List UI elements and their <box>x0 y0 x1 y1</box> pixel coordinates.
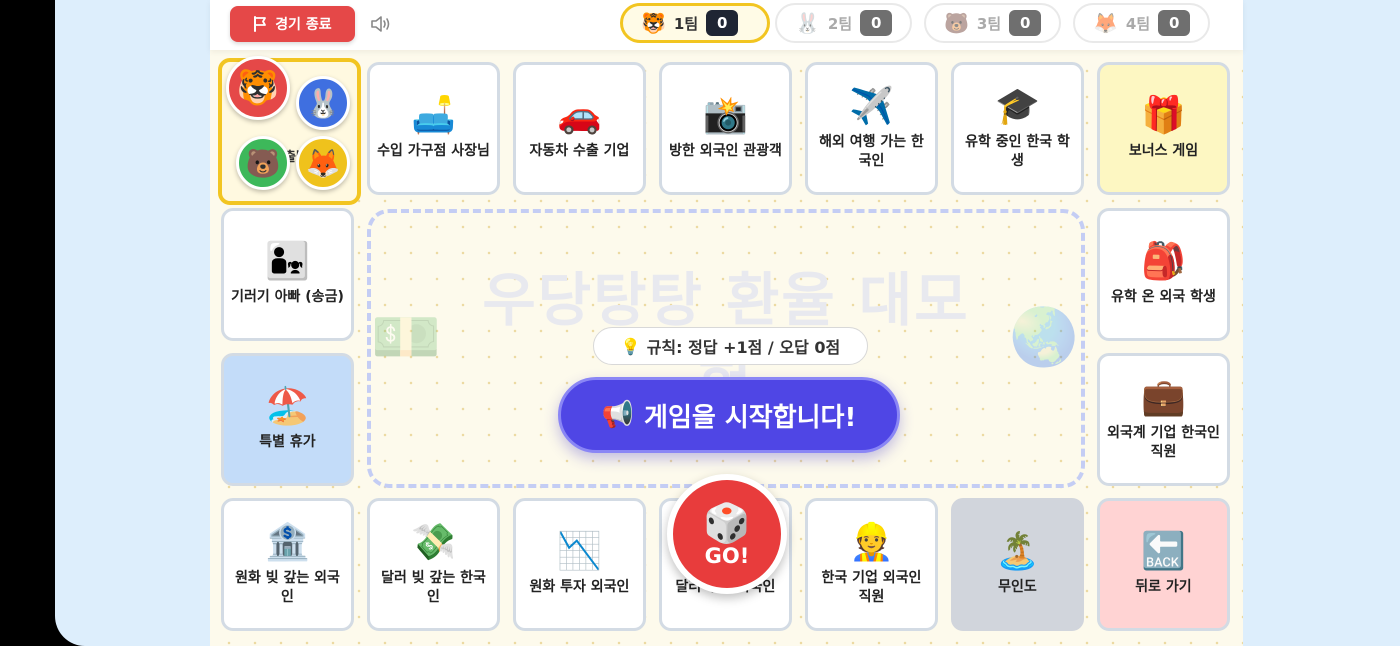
graduation-cap-icon: 🎓 <box>995 85 1040 127</box>
end-game-label: 경기 종료 <box>275 17 332 33</box>
rule-badge: 💡 규칙: 정답 +1점 / 오답 0점 <box>593 327 868 365</box>
construction-worker-icon: 👷 <box>849 521 894 563</box>
game-board-stage: 경기 종료 🐯 1팀 0 🐰 2팀 0 🐻 3팀 0 🦊 4팀 0 🐯 🐰 🐻 … <box>210 0 1243 646</box>
rabbit-icon: 🐰 <box>795 11 820 35</box>
cell-label: 원화 투자 외국인 <box>529 579 630 595</box>
cell-label: 해외 여행 가는 한국인 <box>819 133 924 169</box>
fox-icon: 🦊 <box>1093 11 1118 35</box>
cell-label: 보너스 게임 <box>1128 143 1199 159</box>
cell-label: 자동차 수출 기업 <box>529 143 630 159</box>
money-wings-icon: 💸 <box>411 521 456 563</box>
end-game-button[interactable]: 경기 종료 <box>230 6 355 42</box>
cell-label: 한국 기업 외국인 직원 <box>821 569 922 605</box>
board-cell-right-2[interactable]: 💼 외국계 기업 한국인 직원 <box>1097 353 1230 486</box>
start-game-label: 게임을 시작합니다! <box>644 402 857 433</box>
team-1-card: 🐯 1팀 0 <box>620 3 770 43</box>
bear-token-icon: 🐻 <box>236 136 290 190</box>
sound-icon[interactable] <box>370 14 392 34</box>
go-label: GO! <box>704 544 750 568</box>
team-2-card: 🐰 2팀 0 <box>775 3 912 43</box>
megaphone-icon: 📢 <box>601 400 635 430</box>
tiger-token-icon: 🐯 <box>226 56 290 120</box>
board-cell-bonus[interactable]: 🎁 보너스 게임 <box>1097 62 1230 195</box>
cell-label: 방한 외국인 관광객 <box>669 143 782 159</box>
gift-icon: 🎁 <box>1141 95 1186 136</box>
board-cell-top-3[interactable]: 📸 방한 외국인 관광객 <box>659 62 792 195</box>
sofa-icon: 🛋️ <box>411 95 456 136</box>
team-score: 0 <box>1158 10 1191 36</box>
board-cell-holiday[interactable]: 🏖️ 특별 휴가 <box>221 353 354 486</box>
cell-label: 무인도 <box>998 579 1037 595</box>
backpack-icon: 🎒 <box>1141 241 1186 282</box>
team-name: 3팀 <box>976 14 1002 33</box>
cell-label: 수입 가구점 사장님 <box>377 143 490 159</box>
cell-label: 기러기 아빠 (송금) <box>231 289 344 305</box>
team-score: 0 <box>860 10 893 36</box>
team-name: 2팀 <box>827 14 853 33</box>
dice-icon: 🎲 <box>703 501 751 545</box>
team-name: 1팀 <box>673 14 699 33</box>
chart-down-icon: 📉 <box>557 531 602 572</box>
board-center: 💵 우당탕탕 환율 대모험 🌏 💡 규칙: 정답 +1점 / 오답 0점 📢 게… <box>367 209 1085 488</box>
desert-island-icon: 🏝️ <box>995 531 1040 572</box>
family-icon: 👨‍👧 <box>265 241 310 282</box>
board-cell-island[interactable]: 🏝️ 무인도 <box>951 498 1084 631</box>
board-cell-bottom-3[interactable]: 📉 원화 투자 외국인 <box>513 498 646 631</box>
board-cell-bottom-5[interactable]: 👷 한국 기업 외국인 직원 <box>805 498 938 631</box>
rabbit-token-icon: 🐰 <box>296 76 350 130</box>
team-score: 0 <box>706 10 739 36</box>
team-3-card: 🐻 3팀 0 <box>924 3 1061 43</box>
board-cell-left-1[interactable]: 👨‍👧 기러기 아빠 (송금) <box>221 208 354 341</box>
car-icon: 🚗 <box>557 95 602 136</box>
board-cell-top-4[interactable]: ✈️ 해외 여행 가는 한국인 <box>805 62 938 195</box>
cell-label: 유학 중인 한국 학생 <box>965 133 1070 169</box>
start-cell: 출발 🐯 🐰 🐻 🦊 <box>218 56 361 205</box>
board-cell-bottom-1[interactable]: 🏦 원화 빚 갚는 외국인 <box>221 498 354 631</box>
team-4-card: 🦊 4팀 0 <box>1073 3 1210 43</box>
cell-label: 달러 빚 갚는 한국인 <box>381 569 486 605</box>
board-cell-top-1[interactable]: 🛋️ 수입 가구점 사장님 <box>367 62 500 195</box>
camera-icon: 📸 <box>703 95 748 136</box>
lightbulb-icon: 💡 <box>620 336 641 356</box>
team-name: 4팀 <box>1125 14 1151 33</box>
briefcase-icon: 💼 <box>1141 376 1186 418</box>
board-cell-back[interactable]: 🔙 뒤로 가기 <box>1097 498 1230 631</box>
top-bar: 경기 종료 🐯 1팀 0 🐰 2팀 0 🐻 3팀 0 🦊 4팀 0 <box>210 0 1243 50</box>
back-arrow-icon: 🔙 <box>1141 531 1186 572</box>
board-cell-right-1[interactable]: 🎒 유학 온 외국 학생 <box>1097 208 1230 341</box>
cell-label: 뒤로 가기 <box>1135 579 1192 595</box>
globe-icon: 🌏 <box>1009 305 1081 370</box>
beach-umbrella-icon: 🏖️ <box>265 386 310 427</box>
flag-icon <box>254 16 267 32</box>
tiger-icon: 🐯 <box>641 11 666 35</box>
team-score: 0 <box>1009 10 1042 36</box>
airplane-icon: ✈️ <box>849 85 894 127</box>
fox-token-icon: 🦊 <box>296 136 350 190</box>
cell-label: 특별 휴가 <box>259 434 316 450</box>
money-icon: 💵 <box>371 305 443 370</box>
board-cell-top-5[interactable]: 🎓 유학 중인 한국 학생 <box>951 62 1084 195</box>
cell-label: 유학 온 외국 학생 <box>1111 289 1216 305</box>
rule-text: 규칙: 정답 +1점 / 오답 0점 <box>646 338 841 357</box>
bank-icon: 🏦 <box>265 521 310 563</box>
board-cell-top-2[interactable]: 🚗 자동차 수출 기업 <box>513 62 646 195</box>
go-roll-button[interactable]: 🎲 GO! <box>667 474 787 594</box>
cell-label: 원화 빚 갚는 외국인 <box>235 569 340 605</box>
cell-label: 외국계 기업 한국인 직원 <box>1107 424 1220 460</box>
bear-icon: 🐻 <box>944 11 969 35</box>
board-cell-bottom-2[interactable]: 💸 달러 빚 갚는 한국인 <box>367 498 500 631</box>
start-game-button[interactable]: 📢 게임을 시작합니다! <box>558 377 900 453</box>
